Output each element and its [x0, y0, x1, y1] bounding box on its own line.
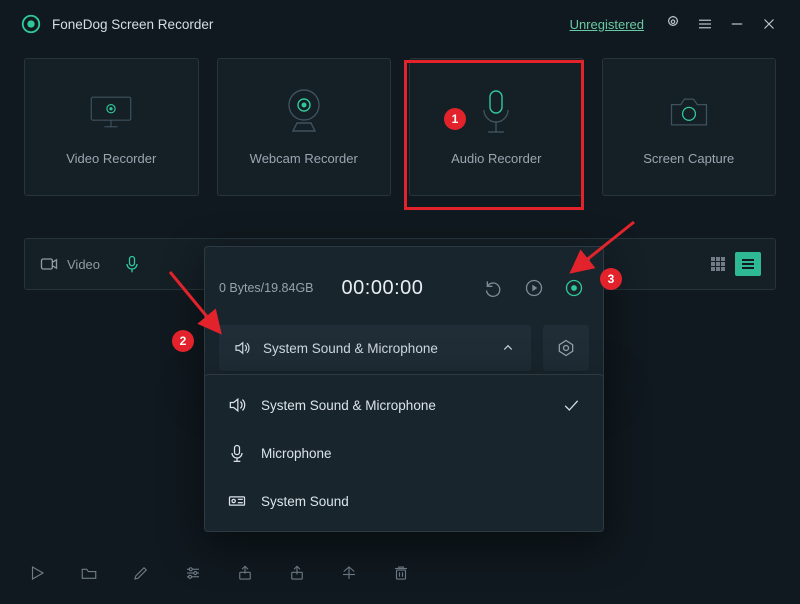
tile-audio-recorder[interactable]: Audio Recorder [409, 58, 584, 196]
grid-view-icon[interactable] [705, 252, 731, 276]
bottom-action-strip [24, 560, 414, 586]
logo: FoneDog Screen Recorder [20, 13, 213, 35]
video-mode-label: Video [67, 257, 100, 272]
dropdown-item-microphone[interactable]: Microphone [205, 429, 603, 477]
elapsed-timer: 00:00:00 [342, 277, 424, 300]
tile-label: Webcam Recorder [250, 151, 358, 166]
camera-icon [666, 89, 712, 135]
play-outline-icon[interactable] [24, 560, 50, 586]
unregistered-link[interactable]: Unregistered [570, 17, 644, 32]
dropdown-label: Microphone [261, 446, 332, 461]
convert-icon[interactable] [336, 560, 362, 586]
view-toggle [705, 252, 761, 276]
audio-source-label: System Sound & Microphone [263, 341, 438, 356]
list-view-icon[interactable] [735, 252, 761, 276]
share-icon[interactable] [284, 560, 310, 586]
check-icon [561, 395, 581, 415]
settings-icon[interactable] [660, 11, 686, 37]
microphone-icon [227, 443, 247, 463]
trash-icon[interactable] [388, 560, 414, 586]
annotation-badge-2: 2 [172, 330, 194, 352]
play-icon[interactable] [519, 273, 549, 303]
app-title: FoneDog Screen Recorder [52, 17, 213, 32]
folder-icon[interactable] [76, 560, 102, 586]
undo-icon[interactable] [479, 273, 509, 303]
export-icon[interactable] [232, 560, 258, 586]
audio-mode-button[interactable] [122, 254, 142, 274]
edit-icon[interactable] [128, 560, 154, 586]
monitor-icon [88, 89, 134, 135]
mode-tiles: Video Recorder Webcam Recorder Audio Rec… [0, 48, 800, 196]
microphone-icon [473, 89, 519, 135]
title-bar: FoneDog Screen Recorder Unregistered [0, 0, 800, 48]
tile-screen-capture[interactable]: Screen Capture [602, 58, 777, 196]
tile-label: Video Recorder [66, 151, 156, 166]
webcam-icon [281, 89, 327, 135]
tile-label: Screen Capture [643, 151, 734, 166]
annotation-badge-3: 3 [600, 268, 622, 290]
dropdown-item-system-mic[interactable]: System Sound & Microphone [205, 381, 603, 429]
dropdown-label: System Sound [261, 494, 349, 509]
app-logo-icon [20, 13, 42, 35]
video-mode-button[interactable]: Video [39, 254, 100, 274]
dropdown-item-system-sound[interactable]: System Sound [205, 477, 603, 525]
tile-webcam-recorder[interactable]: Webcam Recorder [217, 58, 392, 196]
soundcard-icon [227, 491, 247, 511]
audio-source-dropdown: System Sound & Microphone Microphone Sys… [204, 374, 604, 532]
recorder-popover: 0 Bytes/19.84GB 00:00:00 System Sound & … [204, 246, 604, 388]
menu-icon[interactable] [692, 11, 718, 37]
dropdown-label: System Sound & Microphone [261, 398, 436, 413]
annotation-badge-1: 1 [444, 108, 466, 130]
sliders-icon[interactable] [180, 560, 206, 586]
audio-source-selector[interactable]: System Sound & Microphone [219, 325, 531, 371]
chevron-up-icon [499, 339, 517, 357]
close-icon[interactable] [756, 11, 782, 37]
speaker-icon [227, 395, 247, 415]
audio-settings-icon[interactable] [543, 325, 589, 371]
minimize-icon[interactable] [724, 11, 750, 37]
tile-label: Audio Recorder [451, 151, 541, 166]
tile-video-recorder[interactable]: Video Recorder [24, 58, 199, 196]
